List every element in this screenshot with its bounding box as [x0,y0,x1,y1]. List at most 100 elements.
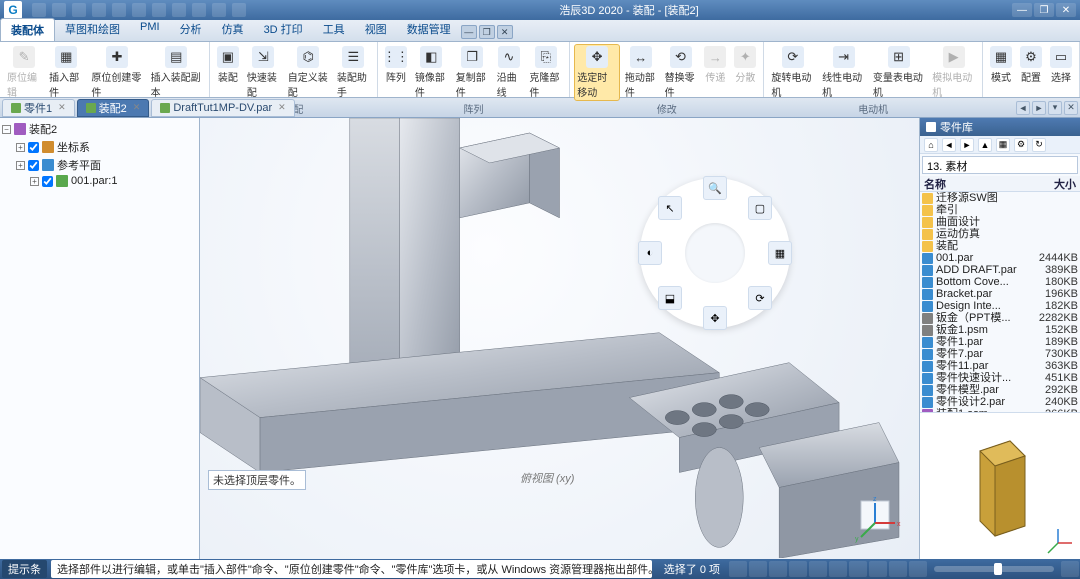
parts-fwd-button[interactable]: ► [960,138,974,152]
status-btn[interactable] [829,561,847,577]
qat-save-icon[interactable] [32,3,46,17]
parts-config-button[interactable]: ⚙ [1014,138,1028,152]
ribbon-button[interactable]: ⟳旋转电动机 [768,44,817,101]
view-triad[interactable]: x z y [853,493,903,543]
mdi-minimize-button[interactable]: — [461,25,477,39]
ribbon-tab[interactable]: 3D 打印 [254,18,313,41]
qat-btn[interactable] [212,3,226,17]
ribbon-tab[interactable]: 装配体 [0,18,55,41]
list-item[interactable]: 迁移源SW图 [920,192,1080,204]
status-btn[interactable] [789,561,807,577]
qat-btn[interactable] [132,3,146,17]
close-icon[interactable]: ✕ [278,102,286,113]
ribbon-button[interactable]: ▦模式 [987,44,1015,86]
window-minimize-button[interactable]: — [1012,3,1032,17]
parts-home-button[interactable]: ⌂ [924,138,938,152]
mdi-maximize-button[interactable]: ❐ [479,25,495,39]
expand-icon[interactable]: + [30,177,39,186]
parts-back-button[interactable]: ◄ [942,138,956,152]
parts-list[interactable]: 迁移源SW图牵引曲面设计运动仿真装配001.par2444KBADD DRAFT… [920,192,1080,412]
parts-breadcrumb[interactable]: 13. 素材 [922,156,1078,174]
ribbon-button[interactable]: ⌬自定义装配 [285,44,332,101]
ribbon-button[interactable]: ☰装配助手 [334,44,373,101]
ribbon-tab[interactable]: 分析 [170,18,212,41]
doc-tab-menu-button[interactable]: ▾ [1048,101,1062,115]
mdi-close-button[interactable]: ✕ [497,25,513,39]
close-icon[interactable]: ✕ [58,102,66,113]
tree-root[interactable]: − 装配2 [2,120,197,138]
doc-tab-close-button[interactable]: ✕ [1064,101,1078,115]
zoom-slider[interactable] [934,566,1054,572]
radial-zoom-icon[interactable]: 🔍 [703,176,727,200]
ribbon-tab[interactable]: 草图和绘图 [55,18,130,41]
list-item[interactable]: 零件模型.par292KB [920,384,1080,396]
ribbon-tab[interactable]: 视图 [355,18,397,41]
radial-menu[interactable]: 🔍 ▢ ▦ ⟳ ✥ ⬓ ◐ ↖ [630,168,800,338]
parts-refresh-button[interactable]: ↻ [1032,138,1046,152]
list-item[interactable]: 零件1.par189KB [920,336,1080,348]
ribbon-button[interactable]: ▭选择 [1047,44,1075,86]
radial-shade-icon[interactable]: ◐ [638,241,662,265]
parts-view-button[interactable]: ▦ [996,138,1010,152]
ribbon-tab[interactable]: 数据管理 [397,18,461,41]
qat-btn[interactable] [172,3,186,17]
qat-btn[interactable] [152,3,166,17]
status-btn[interactable] [769,561,787,577]
radial-view-icon[interactable]: ▦ [768,241,792,265]
qat-btn[interactable] [232,3,246,17]
status-btn[interactable] [749,561,767,577]
status-btn[interactable] [729,561,747,577]
ribbon-button[interactable]: ⇲快速装配 [244,44,283,101]
window-close-button[interactable]: ✕ [1056,3,1076,17]
tree-checkbox[interactable] [28,142,39,153]
parts-col-name[interactable]: 名称 [920,176,1036,191]
ribbon-button[interactable]: ∿沿曲线 [494,44,525,101]
qat-btn[interactable] [92,3,106,17]
ribbon-button[interactable]: ⎘克隆部件 [526,44,565,101]
qat-redo-icon[interactable] [72,3,86,17]
status-btn[interactable] [889,561,907,577]
ribbon-button[interactable]: ⋮⋮阵列 [382,44,410,101]
ribbon-button[interactable]: ❐复制部件 [453,44,492,101]
list-item[interactable]: ADD DRAFT.par389KB [920,264,1080,276]
tree-checkbox[interactable] [42,176,53,187]
ribbon-button[interactable]: ▦插入部件 [46,44,86,101]
list-item[interactable]: 运动仿真 [920,228,1080,240]
ribbon-button[interactable]: ⚙配置 [1017,44,1045,86]
radial-fit-icon[interactable]: ▢ [748,196,772,220]
document-tab[interactable]: 零件1✕ [2,99,75,117]
ribbon-button[interactable]: ▣装配 [214,44,242,101]
document-tab[interactable]: 装配2✕ [77,99,150,117]
qat-btn[interactable] [192,3,206,17]
doc-tab-prev-button[interactable]: ◄ [1016,101,1030,115]
status-btn[interactable] [809,561,827,577]
radial-pan-icon[interactable]: ✥ [703,306,727,330]
ribbon-button[interactable]: ⊞变量表电动机 [870,44,927,101]
tree-item[interactable]: +001.par:1 [2,174,197,188]
list-item[interactable]: 曲面设计 [920,216,1080,228]
list-item[interactable]: 零件设计2.par240KB [920,396,1080,408]
radial-select-icon[interactable]: ↖ [658,196,682,220]
window-maximize-button[interactable]: ❐ [1034,3,1054,17]
ribbon-button[interactable]: ⇥线性电动机 [819,44,868,101]
viewport[interactable]: 未选择顶层零件。 俯视图 (xy) 🔍 ▢ ▦ ⟳ ✥ ⬓ ◐ ↖ x z y [200,118,920,559]
ribbon-button[interactable]: ⟲替换零件 [662,44,700,101]
expand-icon[interactable]: − [2,125,11,134]
radial-section-icon[interactable]: ⬓ [658,286,682,310]
list-item[interactable]: Design Inte...182KB [920,300,1080,312]
ribbon-button[interactable]: ▤插入装配副本 [148,44,205,101]
close-icon[interactable]: ✕ [133,102,141,113]
ribbon-tab[interactable]: PMI [130,18,170,41]
tree-item[interactable]: +坐标系 [2,138,197,156]
expand-icon[interactable]: + [16,161,25,170]
list-item[interactable]: 装配 [920,240,1080,252]
doc-tab-next-button[interactable]: ► [1032,101,1046,115]
ribbon-button[interactable]: ◧镜像部件 [412,44,451,101]
list-item[interactable]: 零件11.par363KB [920,360,1080,372]
list-item[interactable]: 钣金1.psm152KB [920,324,1080,336]
parts-col-size[interactable]: 大小 [1036,176,1080,191]
tree-item[interactable]: +参考平面 [2,156,197,174]
status-btn[interactable] [849,561,867,577]
status-btn[interactable] [869,561,887,577]
document-tab[interactable]: DraftTut1MP-DV.par✕ [151,99,294,117]
